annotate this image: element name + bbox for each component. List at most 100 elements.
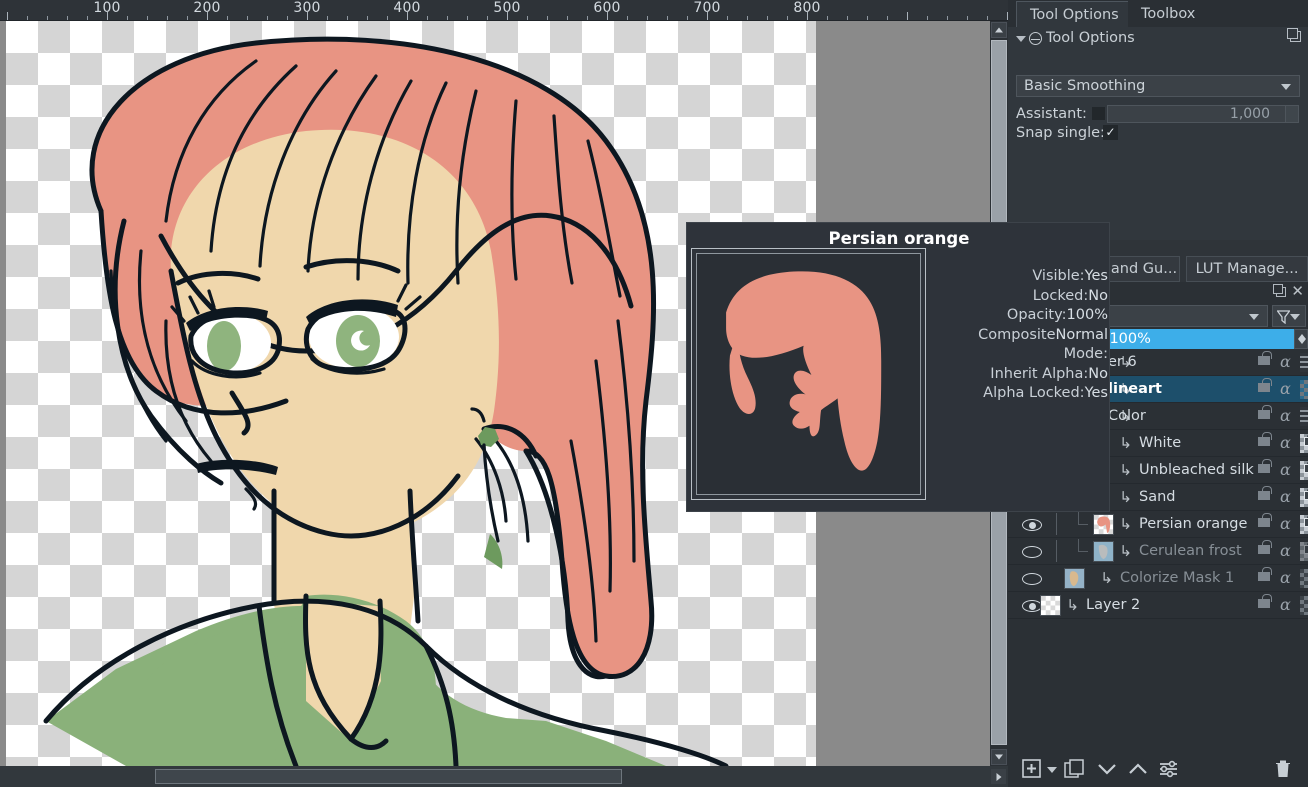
- layer-name: Color: [1108, 408, 1146, 424]
- padlock-icon[interactable]: [1253, 565, 1276, 591]
- duplicate-layer-button[interactable]: [1064, 759, 1088, 781]
- layer-tooltip: Persian orange Visible:YesLocked:NoOpaci…: [686, 222, 1110, 512]
- tooltip-property-key: Visible:: [1032, 267, 1084, 287]
- inherit-alpha-icon[interactable]: [1298, 457, 1308, 483]
- checkmark-icon: ✓: [1105, 125, 1115, 139]
- tooltip-properties: Visible:YesLocked:NoOpacity:100%Composit…: [932, 267, 1108, 404]
- scroll-right-button[interactable]: [991, 769, 1006, 784]
- tooltip-property-key-cont: Mode:: [1064, 345, 1108, 365]
- padlock-icon[interactable]: [1253, 592, 1276, 618]
- inherit-alpha-icon[interactable]: [1298, 430, 1308, 456]
- layer-filter-button[interactable]: [1272, 305, 1306, 327]
- close-docker-icon[interactable]: ✕: [1291, 283, 1304, 299]
- tab-lut-management[interactable]: LUT Manage...: [1186, 256, 1308, 282]
- layer-row[interactable]: ↲Colorize Mask 1α: [1008, 565, 1308, 592]
- ruler-major-tick: [7, 12, 8, 20]
- docker-splitter-handle[interactable]: ......: [1140, 248, 1184, 254]
- smoothing-combobox[interactable]: Basic Smoothing: [1016, 75, 1300, 97]
- move-layer-up-button[interactable]: [1127, 759, 1151, 781]
- eye-visible-icon[interactable]: [1022, 519, 1042, 531]
- tab-grids-and-guides[interactable]: and Gu...: [1108, 256, 1180, 282]
- inherit-alpha-icon[interactable]: [1298, 565, 1308, 591]
- tab-tool-options[interactable]: Tool Options: [1016, 1, 1133, 27]
- tool-options-panel: Tool Options Basic Smoothing Assistant: …: [1008, 27, 1308, 240]
- alpha-icon[interactable]: α: [1276, 349, 1298, 375]
- ruler-minor-tick: [587, 16, 588, 20]
- horizontal-ruler[interactable]: 100200300400500600700800: [0, 0, 1008, 21]
- ruler-label: 600: [593, 0, 620, 16]
- inherit-alpha-icon[interactable]: [1298, 349, 1308, 375]
- inherit-alpha-icon[interactable]: [1298, 538, 1308, 564]
- padlock-icon[interactable]: [1253, 538, 1276, 564]
- layer-row[interactable]: ↲Persian orangeα: [1008, 511, 1308, 538]
- padlock-icon[interactable]: [1253, 511, 1276, 537]
- delete-layer-button[interactable]: [1274, 759, 1296, 781]
- tooltip-property-key: Opacity:: [1007, 306, 1067, 326]
- padlock-icon[interactable]: [1253, 484, 1276, 510]
- scroll-down-button[interactable]: [991, 749, 1007, 765]
- padlock-icon[interactable]: [1253, 430, 1276, 456]
- scroll-up-button[interactable]: [991, 22, 1007, 38]
- layer-type-icon: ↲: [1119, 490, 1132, 504]
- ruler-label: 200: [193, 0, 220, 16]
- layer-name: lineart: [1108, 381, 1162, 397]
- ruler-minor-tick: [767, 16, 768, 20]
- spinbox-arrows[interactable]: [1285, 106, 1298, 122]
- funnel-icon: [1277, 310, 1290, 324]
- ruler-minor-tick: [467, 16, 468, 20]
- alpha-icon[interactable]: α: [1276, 457, 1298, 483]
- inherit-alpha-icon[interactable]: [1298, 376, 1308, 402]
- eye-visible-icon[interactable]: [1022, 600, 1042, 612]
- float-docker-icon[interactable]: [1276, 287, 1286, 297]
- layer-type-icon: ↲: [1119, 517, 1132, 531]
- inherit-alpha-icon[interactable]: [1298, 592, 1308, 618]
- ruler-minor-tick: [567, 16, 568, 20]
- collapse-caret-icon[interactable]: [1016, 36, 1026, 42]
- inherit-alpha-icon[interactable]: [1298, 484, 1308, 510]
- padlock-icon[interactable]: [1253, 376, 1276, 402]
- alpha-icon[interactable]: α: [1276, 511, 1298, 537]
- layer-row[interactable]: ↲Cerulean frostα: [1008, 538, 1308, 565]
- padlock-icon[interactable]: [1253, 403, 1276, 429]
- eye-hidden-icon[interactable]: [1022, 546, 1042, 558]
- ruler-label: 100: [93, 0, 120, 16]
- opacity-spinbox-arrows[interactable]: [1294, 329, 1308, 349]
- float-docker-icon[interactable]: [1290, 31, 1301, 42]
- ruler-label: 700: [693, 0, 720, 16]
- alpha-icon[interactable]: α: [1276, 565, 1298, 591]
- inherit-alpha-icon[interactable]: [1298, 511, 1308, 537]
- ruler-minor-tick: [367, 16, 368, 20]
- ruler-minor-tick: [247, 16, 248, 20]
- alpha-icon[interactable]: α: [1276, 430, 1298, 456]
- tool-options-title: Tool Options: [1046, 30, 1135, 46]
- canvas-horizontal-scrollbar[interactable]: [0, 766, 1008, 787]
- alpha-icon[interactable]: α: [1276, 376, 1298, 402]
- assistant-color-swatch[interactable]: [1092, 107, 1105, 120]
- eye-hidden-icon[interactable]: [1022, 573, 1042, 585]
- alpha-icon[interactable]: α: [1276, 484, 1298, 510]
- layer-row[interactable]: ↲Layer 2α: [1008, 592, 1308, 619]
- chevron-down-icon: [1249, 314, 1259, 320]
- inherit-alpha-icon[interactable]: [1298, 403, 1308, 429]
- alpha-icon[interactable]: α: [1276, 403, 1298, 429]
- padlock-icon[interactable]: [1253, 349, 1276, 375]
- assistant-strength-spinbox[interactable]: 1,000: [1107, 105, 1299, 123]
- add-layer-dropdown[interactable]: [1046, 759, 1060, 781]
- add-layer-button[interactable]: [1022, 759, 1044, 781]
- snap-single-checkbox[interactable]: ✓: [1103, 125, 1118, 140]
- tree-elbow: [1078, 539, 1088, 552]
- layer-properties-button[interactable]: [1158, 759, 1182, 781]
- alpha-icon[interactable]: α: [1276, 538, 1298, 564]
- tooltip-property-value: No: [1088, 288, 1108, 304]
- alpha-icon[interactable]: α: [1276, 592, 1298, 618]
- tab-toolbox[interactable]: Toolbox: [1128, 1, 1208, 27]
- horizontal-scroll-thumb[interactable]: [155, 769, 622, 784]
- tooltip-property-row: Locked:No: [932, 287, 1108, 307]
- ruler-minor-tick: [267, 16, 268, 20]
- padlock-icon[interactable]: [1253, 457, 1276, 483]
- ruler-minor-tick: [87, 16, 88, 20]
- move-layer-down-button[interactable]: [1096, 759, 1120, 781]
- chevron-down-icon: [1298, 339, 1306, 344]
- ruler-minor-tick: [947, 16, 948, 20]
- ruler-minor-tick: [987, 16, 988, 20]
